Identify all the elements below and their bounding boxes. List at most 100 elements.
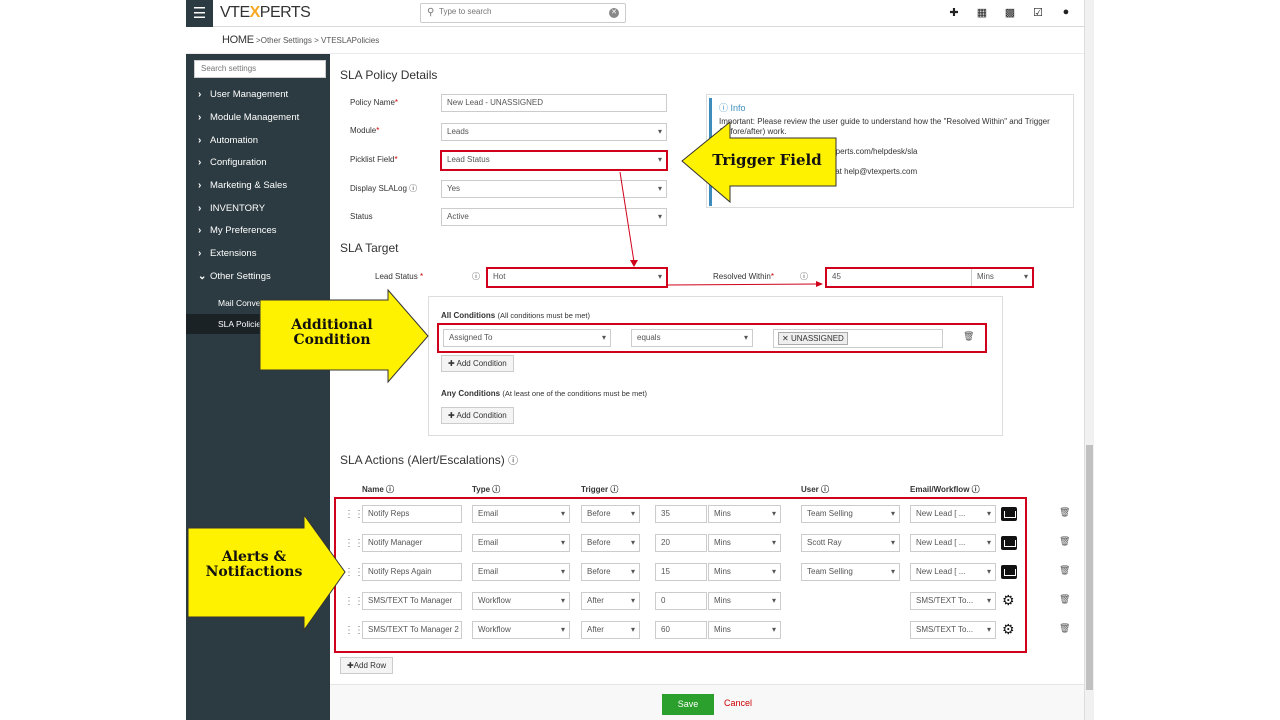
logo: VTEXPERTS (220, 4, 311, 21)
search-input[interactable] (439, 7, 599, 16)
actions-info-icon: ⓘ (508, 456, 519, 467)
action-trigger-select[interactable]: Before (581, 563, 640, 581)
menu-icon[interactable]: ☰ (186, 0, 213, 27)
info-link[interactable]: texperts.com/helpdesk/sla (825, 147, 918, 156)
sidebar-item-automation[interactable]: › Automation (198, 135, 258, 146)
callout-trigger-field: Trigger Field (712, 151, 822, 169)
delete-row-icon[interactable]: 🗑 (1059, 565, 1070, 576)
action-type-select[interactable]: Email (472, 534, 570, 552)
breadcrumb-home[interactable]: HOME (222, 34, 254, 46)
add-icon[interactable]: ✚ (940, 6, 968, 19)
resolved-within-group: 45 Mins (825, 267, 1034, 288)
scrollbar-thumb[interactable] (1086, 445, 1093, 690)
action-name-field[interactable]: Notify Manager (362, 534, 462, 552)
breadcrumb-other-settings[interactable]: Other Settings (261, 36, 312, 45)
global-search[interactable]: ⚲ ✕ (420, 3, 626, 23)
action-unit-select[interactable]: Mins (708, 563, 781, 581)
action-name-field[interactable]: SMS/TEXT To Manager (362, 592, 462, 610)
save-button[interactable]: Save (662, 694, 714, 715)
action-name-field[interactable]: SMS/TEXT To Manager 2 (362, 621, 462, 639)
sidebar-item-configuration[interactable]: › Configuration (198, 157, 267, 168)
action-workflow-select[interactable]: New Lead [ ... (910, 505, 996, 523)
lead-status-select[interactable]: Hot (486, 267, 668, 288)
section-title-policy: SLA Policy Details (340, 68, 438, 82)
drag-handle-icon[interactable]: ⋮⋮ (344, 567, 364, 578)
action-type-select[interactable]: Workflow (472, 592, 570, 610)
action-time-field[interactable]: 60 (655, 621, 707, 639)
drag-handle-icon[interactable]: ⋮⋮ (344, 596, 364, 607)
action-user-select[interactable]: Team Selling (801, 563, 900, 581)
sidebar-item-my-preferences[interactable]: › My Preferences (198, 225, 277, 236)
action-trigger-select[interactable]: Before (581, 534, 640, 552)
action-trigger-select[interactable]: After (581, 621, 640, 639)
email-template-icon[interactable] (1001, 507, 1017, 521)
add-row-button[interactable]: ✚Add Row (340, 657, 394, 674)
cancel-link[interactable]: Cancel (724, 698, 752, 708)
add-all-condition-button[interactable]: ✚ Add Condition (441, 355, 514, 372)
reports-icon[interactable]: ▩ (996, 6, 1024, 19)
tasks-icon[interactable]: ☑ (1024, 6, 1052, 19)
sidebar-item-module-management[interactable]: › Module Management (198, 112, 299, 123)
scrollbar[interactable] (1084, 0, 1094, 720)
status-select[interactable]: Active (441, 208, 667, 226)
action-time-field[interactable]: 20 (655, 534, 707, 552)
user-icon[interactable]: ● (1052, 6, 1080, 19)
resolved-within-input[interactable]: 45 (832, 272, 841, 281)
add-any-condition-button[interactable]: ✚ Add Condition (441, 407, 514, 424)
display-slalog-select[interactable]: Yes (441, 180, 667, 198)
action-unit-select[interactable]: Mins (708, 592, 781, 610)
sidebar-item-inventory[interactable]: › INVENTORY (198, 203, 265, 214)
action-trigger-select[interactable]: After (581, 592, 640, 610)
drag-handle-icon[interactable]: ⋮⋮ (344, 509, 364, 520)
drag-handle-icon[interactable]: ⋮⋮ (344, 538, 364, 549)
workflow-settings-icon[interactable]: ⚙ (1002, 592, 1015, 609)
action-workflow-select[interactable]: SMS/TEXT To... (910, 621, 996, 639)
drag-handle-icon[interactable]: ⋮⋮ (344, 625, 364, 636)
action-workflow-select[interactable]: New Lead [ ... (910, 563, 996, 581)
delete-row-icon[interactable]: 🗑 (1059, 536, 1070, 547)
action-trigger-select[interactable]: Before (581, 505, 640, 523)
action-unit-select[interactable]: Mins (708, 505, 781, 523)
email-template-icon[interactable] (1001, 536, 1017, 550)
resolved-unit-select[interactable]: Mins (971, 269, 1032, 286)
workflow-settings-icon[interactable]: ⚙ (1002, 621, 1015, 638)
delete-row-icon[interactable]: 🗑 (1059, 623, 1070, 634)
clear-icon[interactable]: ✕ (609, 8, 619, 18)
condition-value-input[interactable]: ✕ UNASSIGNED (773, 329, 943, 348)
action-user-select[interactable]: Scott Ray (801, 534, 900, 552)
delete-row-icon[interactable]: 🗑 (1059, 507, 1070, 518)
sidebar-sub-mail-converter[interactable]: Mail Converter (218, 298, 273, 308)
action-type-select[interactable]: Email (472, 505, 570, 523)
condition-operator-select[interactable]: equals (631, 329, 753, 347)
action-type-select[interactable]: Workflow (472, 621, 570, 639)
sidebar-item-extensions[interactable]: › Extensions (198, 248, 256, 259)
action-time-field[interactable]: 0 (655, 592, 707, 610)
sidebar-item-marketing-sales[interactable]: › Marketing & Sales (198, 180, 287, 191)
delete-row-icon[interactable]: 🗑 (1059, 594, 1070, 605)
action-time-field[interactable]: 15 (655, 563, 707, 581)
email-template-icon[interactable] (1001, 565, 1017, 579)
settings-search-input[interactable] (195, 61, 325, 76)
lead-status-info-icon: ⓘ (472, 272, 480, 281)
info-email[interactable]: ail at help@vtexperts.com (825, 167, 917, 176)
sidebar-sub-sla-policies[interactable]: SLA Policies (218, 319, 265, 329)
action-name-field[interactable]: Notify Reps (362, 505, 462, 523)
value-tag[interactable]: ✕ UNASSIGNED (778, 332, 848, 345)
condition-field-select[interactable]: Assigned To (443, 329, 611, 347)
action-workflow-select[interactable]: New Lead [ ... (910, 534, 996, 552)
delete-condition-icon[interactable]: 🗑 (963, 331, 974, 342)
action-time-field[interactable]: 35 (655, 505, 707, 523)
sidebar-item-other-settings[interactable]: ⌄ Other Settings (198, 271, 271, 282)
action-unit-select[interactable]: Mins (708, 621, 781, 639)
action-type-select[interactable]: Email (472, 563, 570, 581)
settings-search[interactable] (194, 60, 326, 78)
action-user-select[interactable]: Team Selling (801, 505, 900, 523)
action-unit-select[interactable]: Mins (708, 534, 781, 552)
action-name-field[interactable]: Notify Reps Again (362, 563, 462, 581)
action-workflow-select[interactable]: SMS/TEXT To... (910, 592, 996, 610)
module-select[interactable]: Leads (441, 123, 667, 141)
picklist-field-select[interactable]: Lead Status (440, 150, 668, 171)
policy-name-field[interactable]: New Lead - UNASSIGNED (441, 94, 667, 112)
sidebar-item-user-management[interactable]: › User Management (198, 89, 288, 100)
calendar-icon[interactable]: ▦ (968, 6, 996, 19)
